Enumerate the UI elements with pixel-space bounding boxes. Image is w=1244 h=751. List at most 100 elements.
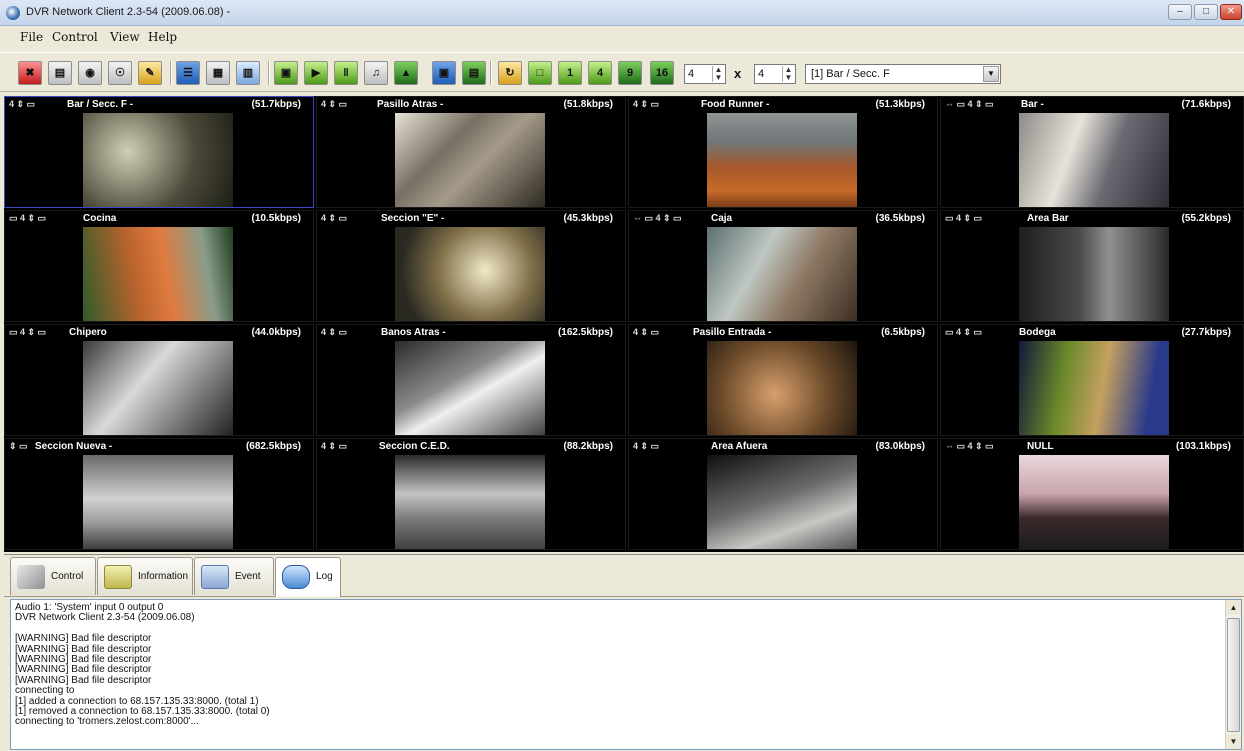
camera-controls-icon[interactable]: ⇕ ▭ <box>9 439 28 454</box>
ptz-icon: ▲ <box>400 67 412 79</box>
camera-view[interactable]: ▭ 4 ⇕ ▭ Chipero (44.0kbps) <box>4 324 314 436</box>
camera-controls-icon[interactable]: 4 ⇕ ▭ <box>321 439 347 454</box>
menu-view[interactable]: View <box>110 30 140 44</box>
camera-select[interactable]: [1] Bar / Secc. F ▼ <box>805 64 1001 84</box>
menu-control[interactable]: Control <box>52 30 98 44</box>
toolbar-separator <box>170 61 172 85</box>
log-lines: Audio 1: 'System' input 0 output 0 DVR Ne… <box>15 602 1215 728</box>
scroll-up-icon[interactable]: ▲ <box>1226 600 1241 615</box>
camera-view[interactable]: 4 ⇕ ▭ Area Afuera (83.0kbps) <box>628 438 938 550</box>
camera-name: Bar / Secc. F - <box>65 97 136 112</box>
camera-view[interactable]: 4 ⇕ ▭ Bar / Secc. F - (51.7kbps) <box>4 96 314 208</box>
camera-bitrate: (45.3kbps) <box>563 213 613 224</box>
camera-view[interactable]: ▭ 4 ⇕ ▭ Cocina (10.5kbps) <box>4 210 314 322</box>
ptz-button[interactable]: ▲ <box>394 61 418 85</box>
camera-header: 4 ⇕ ▭ Pasillo Entrada - (6.5kbps) <box>629 325 937 340</box>
camera-view[interactable]: ⇔ ▭ 4 ⇕ ▭ Caja (36.5kbps) <box>628 210 938 322</box>
camera-controls-icon[interactable]: 4 ⇕ ▭ <box>633 97 659 112</box>
camera-controls-icon[interactable]: ▭ 4 ⇕ ▭ <box>945 211 982 226</box>
camera-controls-icon[interactable]: 4 ⇕ ▭ <box>633 325 659 340</box>
rows-spinner[interactable]: 4 ▲ ▼ <box>684 64 726 84</box>
record-button[interactable]: ▣ <box>274 61 298 85</box>
event-tab-icon <box>201 565 229 589</box>
scroll-thumb[interactable] <box>1227 618 1240 732</box>
view-1-button[interactable]: □ <box>528 61 552 85</box>
zoom-button[interactable]: ☉ <box>108 61 132 85</box>
minimize-button[interactable]: – <box>1168 4 1192 20</box>
cols-spinner[interactable]: 4 ▲ ▼ <box>754 64 796 84</box>
refresh-button[interactable]: ↻ <box>498 61 522 85</box>
camera-icon: ◉ <box>85 67 95 79</box>
camera-controls-icon[interactable]: 4 ⇕ ▭ <box>9 97 35 112</box>
camera-view[interactable]: ⇔ ▭ 4 ⇕ ▭ NULL (103.1kbps) <box>940 438 1244 550</box>
camera-header: 4 ⇕ ▭ Seccion C.E.D. (88.2kbps) <box>317 439 625 454</box>
camera-view[interactable]: ▭ 4 ⇕ ▭ Area Bar (55.2kbps) <box>940 210 1244 322</box>
spinner-arrows-icon[interactable]: ▲ ▼ <box>782 66 794 82</box>
camera-view[interactable]: 4 ⇕ ▭ Seccion "E" - (45.3kbps) <box>316 210 626 322</box>
camera-controls-icon[interactable]: 4 ⇕ ▭ <box>633 439 659 454</box>
spinner-arrows-icon[interactable]: ▲ ▼ <box>712 66 724 82</box>
menu-file[interactable]: File <box>20 30 43 44</box>
rows-value: 4 <box>688 68 695 80</box>
view-full-icon: 16 <box>655 67 669 79</box>
snapshot-button[interactable]: ▣ <box>432 61 456 85</box>
camera-controls-icon[interactable]: ▭ 4 ⇕ ▭ <box>9 325 46 340</box>
scroll-down-icon[interactable]: ▼ <box>1226 734 1241 749</box>
monitor-button[interactable]: ▤ <box>48 61 72 85</box>
zoom-icon: ☉ <box>115 67 125 79</box>
log-scrollbar[interactable]: ▲ ▼ <box>1225 600 1241 749</box>
camera-select-value: [1] Bar / Secc. F <box>811 68 890 80</box>
view-9-button[interactable]: 4 <box>588 61 612 85</box>
camera-controls-icon[interactable]: ▭ 4 ⇕ ▭ <box>9 211 46 226</box>
print-icon: ▤ <box>468 67 480 79</box>
camera-view[interactable]: 4 ⇕ ▭ Pasillo Atras - (51.8kbps) <box>316 96 626 208</box>
layout-1-button[interactable]: ☰ <box>176 61 200 85</box>
camera-view[interactable]: 4 ⇕ ▭ Food Runner - (51.3kbps) <box>628 96 938 208</box>
close-button[interactable]: ✕ <box>1220 4 1242 20</box>
tools-button[interactable]: ✎ <box>138 61 162 85</box>
camera-controls-icon[interactable]: 4 ⇕ ▭ <box>321 211 347 226</box>
camera-name: Seccion Nueva - <box>33 439 115 454</box>
title-bar[interactable]: DVR Network Client 2.3-54 (2009.06.08) -… <box>0 0 1244 26</box>
camera-feed-image <box>707 341 857 435</box>
chevron-down-icon[interactable]: ▼ <box>983 66 999 82</box>
camera-view[interactable]: 4 ⇕ ▭ Pasillo Entrada - (6.5kbps) <box>628 324 938 436</box>
view-4-button[interactable]: 1 <box>558 61 582 85</box>
audio-button[interactable]: ♫ <box>364 61 388 85</box>
camera-header: 4 ⇕ ▭ Bar / Secc. F - (51.7kbps) <box>5 97 313 112</box>
view-16-button[interactable]: 9 <box>618 61 642 85</box>
log-output[interactable]: Audio 1: 'System' input 0 output 0 DVR Ne… <box>10 599 1242 750</box>
camera-feed-image <box>1019 227 1169 321</box>
play-button[interactable]: ▶ <box>304 61 328 85</box>
camera-controls-icon[interactable]: 4 ⇕ ▭ <box>321 97 347 112</box>
maximize-button[interactable]: □ <box>1194 4 1218 20</box>
camera-controls-icon[interactable]: ⇔ ▭ 4 ⇕ ▭ <box>633 211 682 226</box>
tab-information[interactable]: Information <box>97 557 193 595</box>
camera-view[interactable]: ⇔ ▭ 4 ⇕ ▭ Bar - (71.6kbps) <box>940 96 1244 208</box>
camera-controls-icon[interactable]: ▭ 4 ⇕ ▭ <box>945 325 982 340</box>
connect-button[interactable]: ✖ <box>18 61 42 85</box>
tab-control[interactable]: Control <box>10 557 96 595</box>
layout-3-button[interactable]: ▥ <box>236 61 260 85</box>
camera-controls-icon[interactable]: 4 ⇕ ▭ <box>321 325 347 340</box>
camera-view[interactable]: 4 ⇕ ▭ Banos Atras - (162.5kbps) <box>316 324 626 436</box>
camera-view[interactable]: ⇕ ▭ Seccion Nueva - (682.5kbps) <box>4 438 314 550</box>
camera-controls-icon[interactable]: ⇔ ▭ 4 ⇕ ▭ <box>945 439 994 454</box>
camera-button[interactable]: ◉ <box>78 61 102 85</box>
camera-header: ▭ 4 ⇕ ▭ Area Bar (55.2kbps) <box>941 211 1243 226</box>
camera-controls-icon[interactable]: ⇔ ▭ 4 ⇕ ▭ <box>945 97 994 112</box>
log-line: [WARNING] Bad file descriptor <box>15 653 152 665</box>
camera-feed-image <box>707 113 857 207</box>
pause-button[interactable]: ‖ <box>334 61 358 85</box>
layout-1-icon: ☰ <box>183 67 193 79</box>
layout-2-button[interactable]: ▦ <box>206 61 230 85</box>
tab-log[interactable]: Log <box>275 557 341 597</box>
camera-view[interactable]: ▭ 4 ⇕ ▭ Bodega (27.7kbps) <box>940 324 1244 436</box>
print-button[interactable]: ▤ <box>462 61 486 85</box>
camera-bitrate: (6.5kbps) <box>881 327 925 338</box>
view-full-button[interactable]: 16 <box>650 61 674 85</box>
menu-help[interactable]: Help <box>148 30 177 44</box>
tab-event[interactable]: Event <box>194 557 274 595</box>
camera-view[interactable]: 4 ⇕ ▭ Seccion C.E.D. (88.2kbps) <box>316 438 626 550</box>
log-line: DVR Network Client 2.3-54 (2009.06.08) <box>15 612 195 624</box>
